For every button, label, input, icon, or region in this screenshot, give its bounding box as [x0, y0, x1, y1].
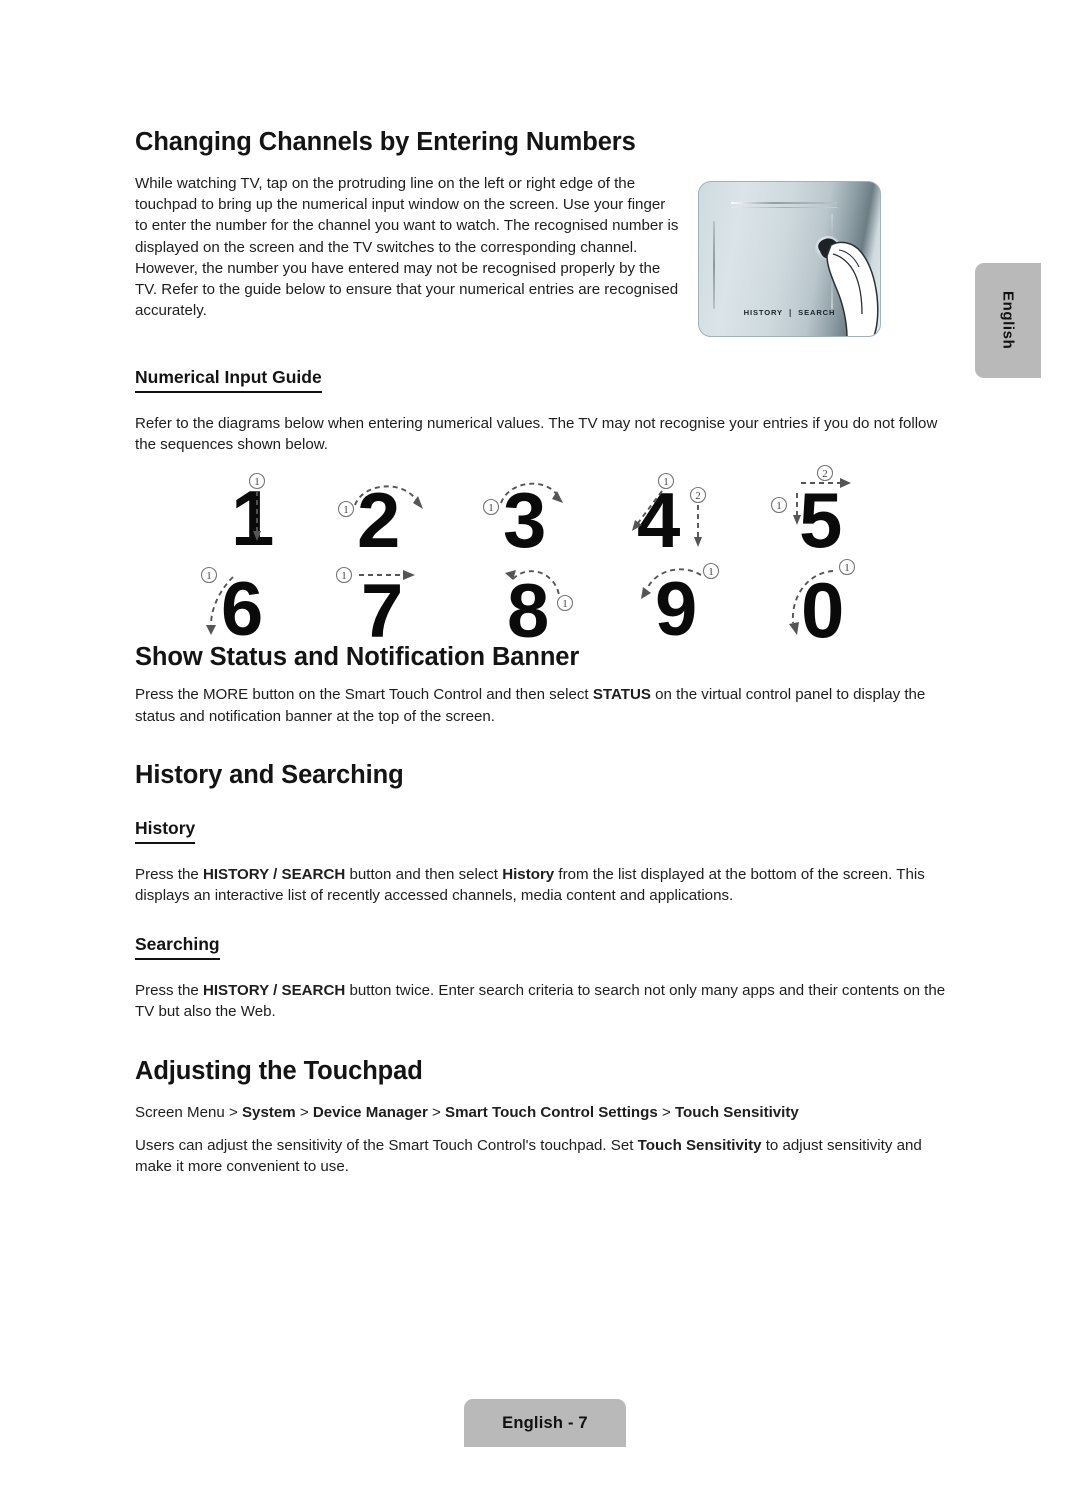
- content-column: Changing Channels by Entering Numbers Wh…: [135, 128, 950, 1177]
- svg-text:1: 1: [562, 598, 568, 610]
- footer-page-tab: English - 7: [464, 1399, 626, 1447]
- stroke-diagram-digit-0: 0 1: [788, 559, 855, 651]
- stroke-order-diagrams: 1 1 2 1 3 1 4 1 2 5 1 2 6 1 7 1 8 1 9 1 …: [135, 465, 950, 651]
- finger-icon: [815, 236, 879, 336]
- stroke-diagram-digit-4: 4 1 2: [631, 473, 706, 561]
- touchpad-highlight-line-1: [731, 202, 837, 204]
- stroke-diagram-digit-8: 8 1: [504, 569, 573, 651]
- language-tab-label: English: [999, 291, 1017, 350]
- paragraph-show-status: Press the MORE button on the Smart Touch…: [135, 686, 926, 725]
- language-tab: English: [975, 263, 1041, 378]
- svg-text:3: 3: [503, 476, 546, 561]
- svg-text:1: 1: [844, 562, 850, 574]
- stroke-diagram-digit-3: 3 1: [482, 476, 563, 561]
- touchpad-label-separator: ❘: [786, 308, 795, 317]
- paragraph-numerical-input-guide: Refer to the diagrams below when enterin…: [135, 415, 938, 454]
- svg-text:1: 1: [776, 500, 782, 512]
- svg-text:2: 2: [822, 468, 828, 480]
- touchpad-surface: HISTORY ❘ SEARCH: [698, 181, 881, 337]
- manual-page: English Changing Channels by Entering Nu…: [0, 0, 1080, 1494]
- touchpad-highlight-line-2: [731, 207, 837, 209]
- stroke-diagram-digit-9: 9 1: [640, 563, 719, 651]
- svg-text:1: 1: [663, 476, 669, 488]
- subheading-history: History: [135, 818, 196, 844]
- svg-text:4: 4: [637, 476, 680, 561]
- subheading-numerical-input-guide: Numerical Input Guide: [135, 367, 322, 393]
- stroke-diagram-digit-5: 5 1 2: [770, 465, 851, 561]
- intro-block: While watching TV, tap on the protruding…: [135, 173, 950, 339]
- footer-page-label: English - 7: [502, 1413, 588, 1432]
- svg-text:7: 7: [361, 569, 403, 651]
- heading-history-and-searching: History and Searching: [135, 760, 404, 789]
- svg-text:2: 2: [695, 490, 701, 502]
- svg-text:8: 8: [507, 569, 549, 651]
- svg-text:1: 1: [341, 570, 347, 582]
- touchpad-left-protruding-line: [713, 221, 716, 309]
- svg-text:6: 6: [221, 567, 263, 651]
- svg-text:1: 1: [206, 570, 212, 582]
- touchpad-illustration: HISTORY ❘ SEARCH: [698, 181, 883, 339]
- svg-text:1: 1: [343, 504, 349, 516]
- svg-text:2: 2: [357, 476, 400, 561]
- touchpad-label-history: HISTORY: [743, 308, 783, 317]
- svg-text:9: 9: [655, 567, 697, 651]
- paragraph-history: Press the HISTORY / SEARCH button and th…: [135, 865, 925, 905]
- paragraph-adjusting-touchpad: Users can adjust the sensitivity of the …: [135, 1136, 922, 1176]
- svg-text:1: 1: [708, 566, 714, 578]
- svg-text:5: 5: [799, 476, 842, 561]
- stroke-diagram-row-1: 1 1 2 1 3 1 4 1 2 5 1 2: [135, 465, 950, 561]
- stroke-diagram-row-2: 6 1 7 1 8 1 9 1 0 1: [135, 555, 950, 651]
- paragraph-changing-channels: While watching TV, tap on the protruding…: [135, 175, 679, 320]
- stroke-diagram-digit-1: 1 1: [231, 473, 274, 561]
- stroke-diagram-digit-7: 7 1: [335, 567, 415, 651]
- svg-text:1: 1: [254, 476, 260, 488]
- svg-text:1: 1: [488, 502, 494, 514]
- menu-path-breadcrumb: Screen Menu > System > Device Manager > …: [135, 1103, 799, 1121]
- heading-changing-channels: Changing Channels by Entering Numbers: [135, 128, 636, 156]
- stroke-diagram-digit-2: 2 1: [337, 476, 423, 561]
- svg-text:0: 0: [801, 566, 844, 651]
- paragraph-searching: Press the HISTORY / SEARCH button twice.…: [135, 982, 946, 1021]
- intro-text: While watching TV, tap on the protruding…: [135, 173, 680, 321]
- subheading-searching: Searching: [135, 934, 220, 961]
- stroke-diagram-digit-6: 6 1: [200, 567, 263, 651]
- heading-adjusting-touchpad: Adjusting the Touchpad: [135, 1056, 423, 1085]
